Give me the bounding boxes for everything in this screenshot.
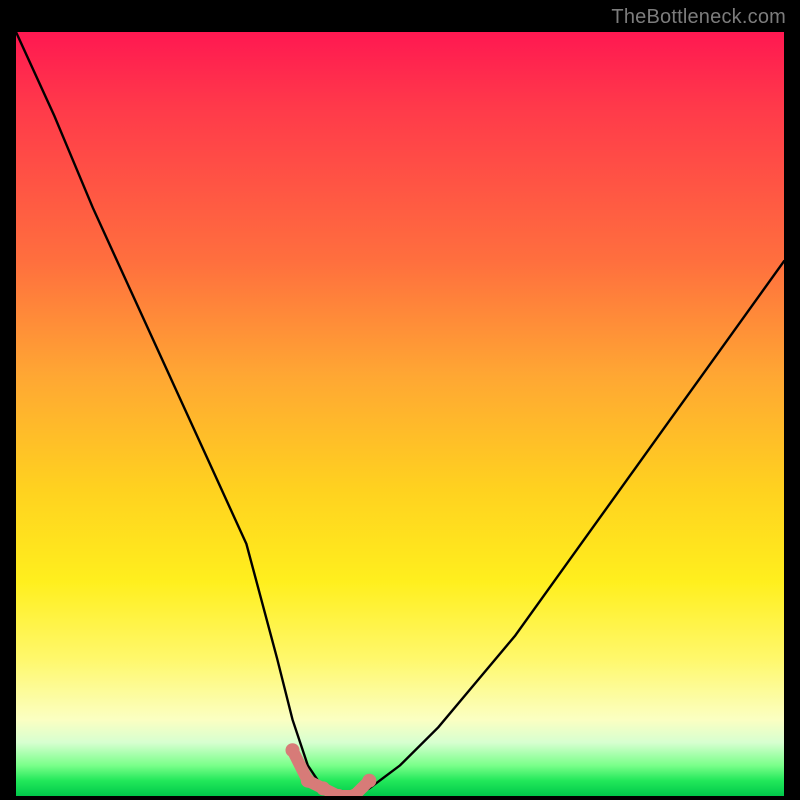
bottleneck-curve-path bbox=[16, 32, 784, 796]
chart-svg bbox=[16, 32, 784, 796]
valley-marker-dot bbox=[286, 743, 300, 757]
valley-marker-group bbox=[286, 743, 377, 796]
chart-plot-area bbox=[16, 32, 784, 796]
watermark-text: TheBottleneck.com bbox=[611, 6, 786, 29]
valley-marker-dot bbox=[362, 774, 376, 788]
valley-marker-dot bbox=[301, 774, 315, 788]
valley-marker-dot bbox=[316, 781, 330, 795]
chart-frame: TheBottleneck.com bbox=[0, 0, 800, 800]
